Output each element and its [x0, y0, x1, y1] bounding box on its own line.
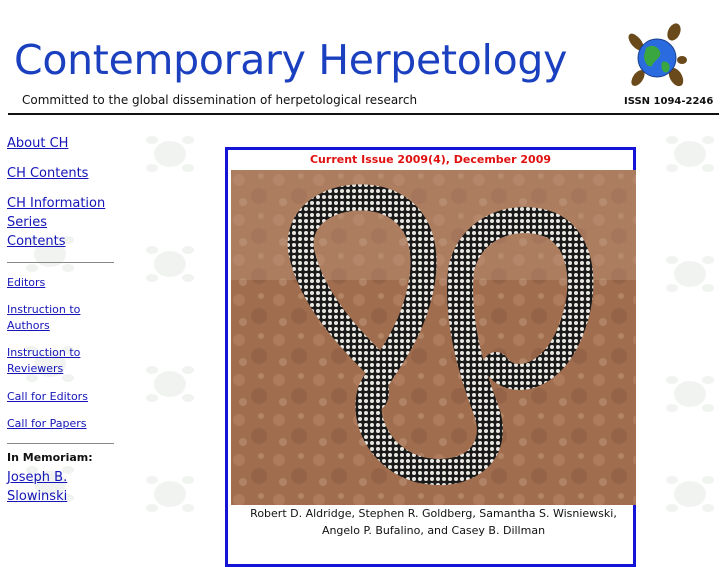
- header-divider: [8, 113, 719, 115]
- sidebar-link-about-ch[interactable]: About CH: [7, 134, 68, 153]
- sidebar-divider: [7, 443, 114, 444]
- turtle-globe-icon: [624, 22, 690, 92]
- sidebar-divider: [7, 262, 114, 263]
- issn-label: ISSN 1094-2246: [624, 96, 714, 107]
- current-issue-panel: Current Issue 2009(4), December 2009 Rob…: [225, 147, 636, 567]
- turtle-watermark-icon: [660, 130, 720, 178]
- sidebar-link-call-for-papers[interactable]: Call for Papers: [7, 416, 87, 432]
- site-title: Contemporary Herpetology: [14, 36, 568, 84]
- sidebar-link-memoriam[interactable]: Joseph B. Slowinski: [7, 468, 87, 506]
- current-issue-link[interactable]: Current Issue 2009(4), December 2009: [228, 153, 633, 166]
- turtle-watermark-icon: [660, 250, 720, 298]
- turtle-watermark-icon: [660, 370, 720, 418]
- sidebar-link-call-for-editors[interactable]: Call for Editors: [7, 389, 88, 405]
- cover-caption: Robert D. Aldridge, Stephen R. Goldberg,…: [250, 507, 617, 537]
- sidebar-link-editors[interactable]: Editors: [7, 275, 45, 291]
- snake-cover-image[interactable]: [231, 170, 636, 505]
- memoriam-heading: In Memoriam:: [7, 451, 93, 464]
- turtle-watermark-icon: [140, 240, 200, 288]
- sidebar-link-instruction-reviewers[interactable]: Instruction to Reviewers: [7, 345, 91, 377]
- site-tagline: Committed to the global dissemination of…: [22, 93, 418, 107]
- sidebar-link-ch-contents[interactable]: CH Contents: [7, 164, 88, 183]
- sidebar-link-instruction-authors[interactable]: Instruction to Authors: [7, 302, 91, 334]
- turtle-watermark-icon: [660, 470, 720, 518]
- turtle-watermark-icon: [140, 470, 200, 518]
- sidebar-link-ch-information-series[interactable]: CH Information Series Contents: [7, 194, 107, 251]
- turtle-watermark-icon: [140, 130, 200, 178]
- turtle-watermark-icon: [140, 360, 200, 408]
